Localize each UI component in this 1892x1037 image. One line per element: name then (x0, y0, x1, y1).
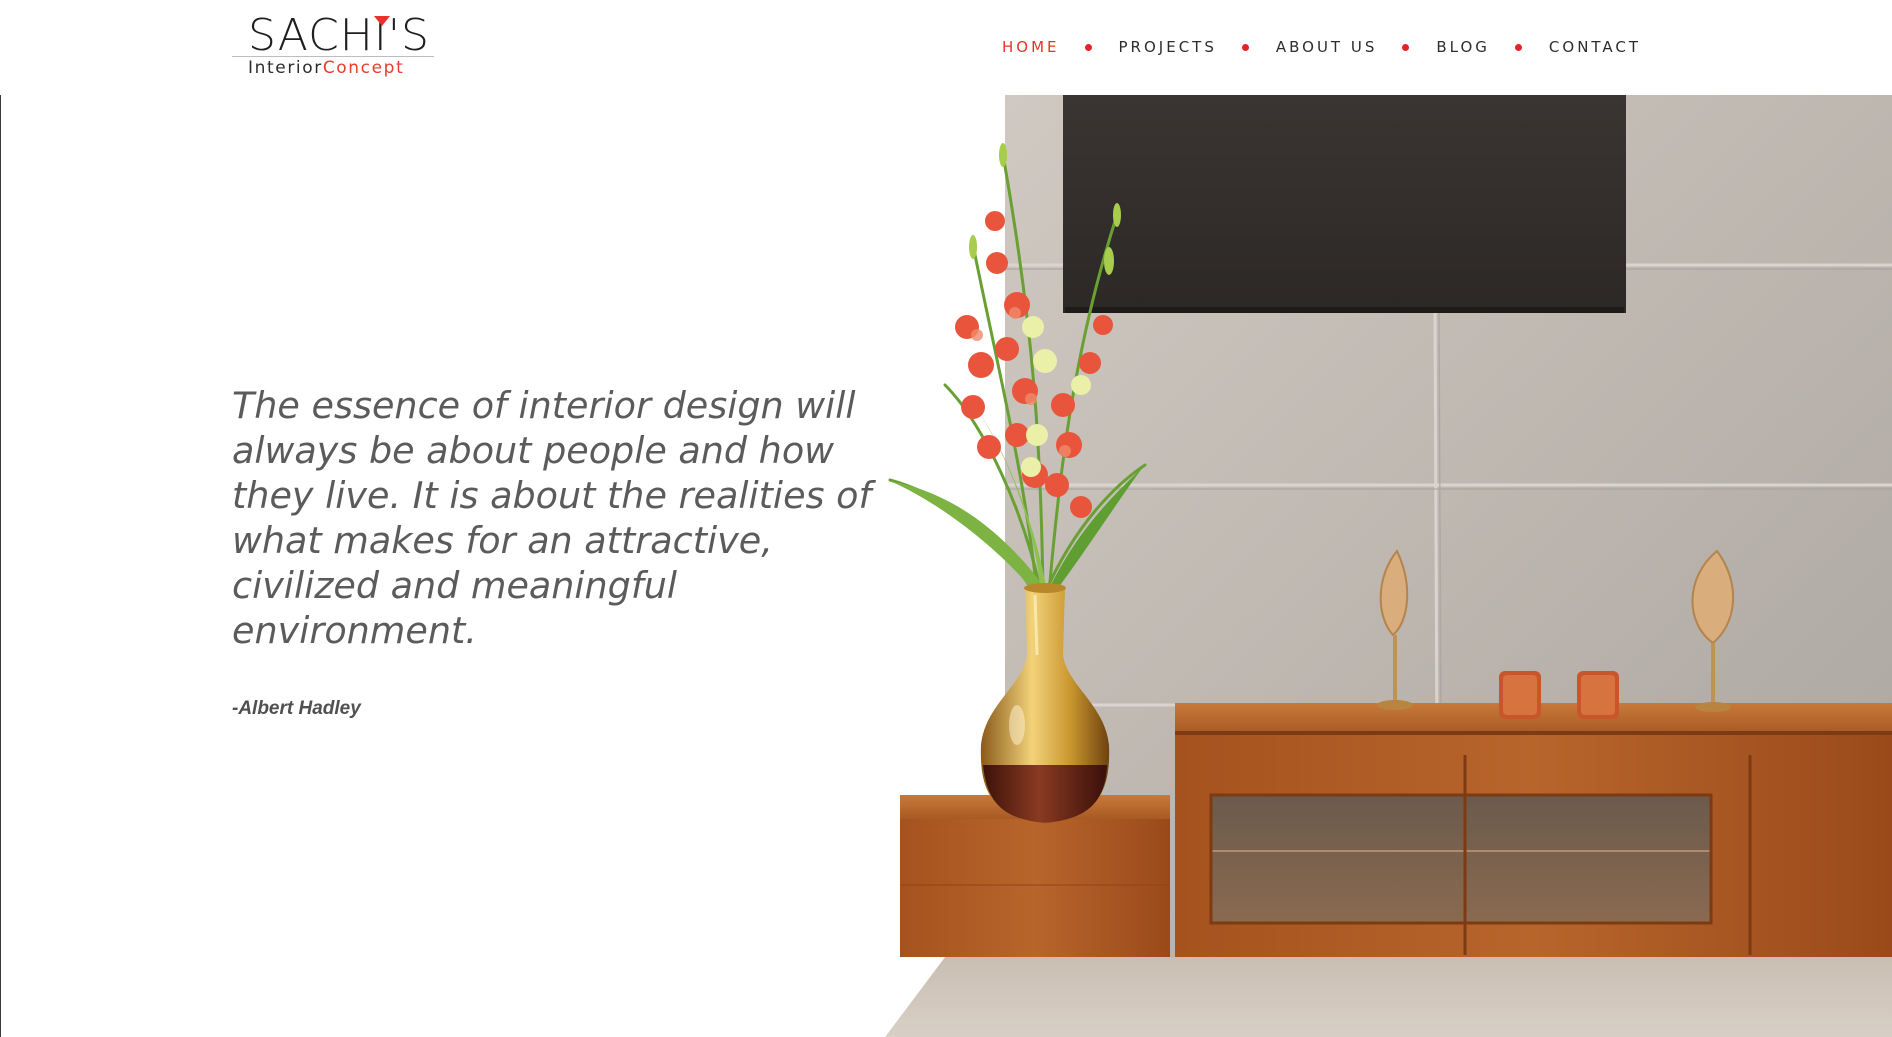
logo-divider (232, 56, 434, 57)
dot-icon (1514, 43, 1522, 51)
logo-triangle-icon (374, 16, 390, 26)
nav-home[interactable]: HOME (1002, 38, 1060, 56)
nav-blog[interactable]: BLOG (1436, 38, 1490, 56)
brand-name: SACHI'S (248, 10, 430, 61)
dot-icon (1402, 43, 1410, 51)
brand-tagline-second: Concept (322, 58, 405, 78)
brand-logo[interactable]: SACHI'S InteriorConcept (232, 12, 436, 80)
brand-tagline-first: Interior (248, 58, 323, 78)
window-border-left (0, 0, 1, 1037)
main-nav: HOME PROJECTS ABOUT US BLOG CONTACT (1002, 36, 1641, 58)
hero-quote: The essence of interior design will alwa… (232, 384, 872, 652)
nav-projects[interactable]: PROJECTS (1119, 38, 1217, 56)
hero-photo (885, 95, 1892, 1037)
dot-icon (1084, 43, 1092, 51)
quote-author: -Albert Hadley (232, 698, 361, 719)
site-header: SACHI'S InteriorConcept HOME PROJECTS AB… (0, 0, 1892, 95)
brand-tagline: InteriorConcept (248, 58, 404, 78)
nav-about-us[interactable]: ABOUT US (1276, 38, 1378, 56)
nav-contact[interactable]: CONTACT (1549, 38, 1641, 56)
dot-icon (1241, 43, 1249, 51)
